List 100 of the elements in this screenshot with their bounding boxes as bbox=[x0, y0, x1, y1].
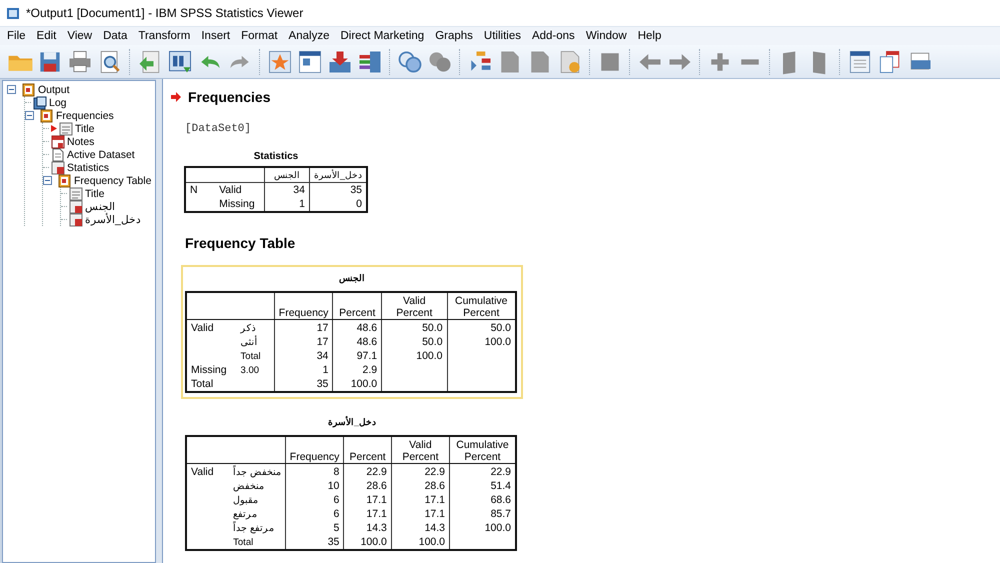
section-heading: Frequency Table bbox=[185, 235, 296, 251]
table-cell: 48.6 bbox=[332, 320, 382, 335]
menu-item[interactable]: Analyze bbox=[284, 29, 336, 43]
tree-item[interactable]: Frequencies bbox=[56, 110, 114, 122]
menu-item[interactable]: Window bbox=[580, 29, 633, 43]
row-label: منخفض bbox=[229, 479, 286, 493]
tree-item[interactable]: الجنس bbox=[85, 200, 115, 213]
menu-item[interactable]: Help bbox=[632, 29, 668, 43]
table-cell: 100.0 bbox=[447, 335, 516, 349]
table-cell: 28.6 bbox=[391, 479, 450, 493]
menu-item[interactable]: View bbox=[62, 29, 98, 43]
tree-item[interactable]: Statistics bbox=[67, 162, 110, 174]
column-header: Frequency bbox=[274, 292, 333, 320]
collapse-toggle[interactable] bbox=[43, 176, 52, 185]
tree-item[interactable]: Log bbox=[49, 96, 67, 108]
table-title: Statistics bbox=[252, 150, 300, 164]
table-cell: 14.3 bbox=[391, 521, 450, 535]
column-header: الجنس bbox=[264, 167, 310, 182]
menu-item[interactable]: Edit bbox=[32, 29, 62, 43]
tree-item[interactable]: Title bbox=[75, 122, 94, 134]
tree-item[interactable]: دخل_الأسرة bbox=[85, 213, 141, 226]
table-cell: 34 bbox=[264, 182, 310, 197]
menu-item[interactable]: Insert bbox=[196, 29, 236, 43]
row-label: Total bbox=[236, 349, 274, 363]
row-label: N bbox=[185, 182, 216, 197]
menu-item[interactable]: Format bbox=[236, 29, 284, 43]
column-header: Percent bbox=[332, 292, 382, 320]
table-icon bbox=[69, 200, 83, 214]
menu-item[interactable]: Add-ons bbox=[526, 29, 581, 43]
column-header: Frequency bbox=[285, 436, 344, 464]
table-cell: 100.0 bbox=[391, 535, 450, 550]
table-title: دخل_الأسرة bbox=[326, 415, 377, 430]
document-icon bbox=[69, 186, 83, 200]
table-cell: 34 bbox=[274, 349, 333, 363]
dataset-label: [DataSet0] bbox=[185, 123, 252, 135]
table-cell: 17.1 bbox=[391, 507, 450, 521]
row-label: Valid bbox=[186, 464, 230, 479]
menu-item[interactable]: Graphs bbox=[430, 29, 479, 43]
table-cell: 97.1 bbox=[332, 349, 382, 363]
table-cell: 6 bbox=[285, 507, 344, 521]
tree-item[interactable]: Output bbox=[38, 84, 70, 96]
column-header: Cumulative Percent bbox=[450, 436, 516, 464]
column-header: Valid Percent bbox=[391, 436, 450, 464]
table-cell: 14.3 bbox=[344, 521, 392, 535]
menu-item[interactable]: Utilities bbox=[478, 29, 527, 43]
table-cell: 1 bbox=[274, 363, 333, 377]
tree-item[interactable]: Frequency Table bbox=[74, 174, 152, 186]
menu-item[interactable]: Transform bbox=[133, 29, 196, 43]
notes-icon bbox=[51, 134, 65, 148]
table-cell: 17.1 bbox=[344, 493, 392, 507]
table-cell: 22.9 bbox=[450, 464, 516, 479]
table-cell: 5 bbox=[285, 521, 344, 535]
table-cell: 100.0 bbox=[382, 349, 448, 363]
tree-item[interactable]: Title bbox=[85, 188, 104, 200]
menu-item[interactable]: Data bbox=[98, 29, 134, 43]
collapse-toggle[interactable] bbox=[25, 111, 34, 120]
table-cell: 22.9 bbox=[344, 464, 392, 479]
table-cell: 35 bbox=[285, 535, 344, 550]
row-label: Total bbox=[229, 535, 286, 550]
row-label: Missing bbox=[215, 197, 265, 212]
table-cell: 0 bbox=[309, 197, 367, 212]
table-cell: 17 bbox=[274, 335, 333, 349]
table-icon bbox=[69, 212, 83, 226]
table-cell: 100.0 bbox=[450, 521, 516, 535]
row-label: Total bbox=[186, 377, 274, 392]
table-cell: 85.7 bbox=[450, 507, 516, 521]
collapse-toggle[interactable] bbox=[7, 85, 16, 94]
table-cell: 100.0 bbox=[344, 535, 392, 550]
table-cell: 1 bbox=[264, 197, 310, 212]
menu-item[interactable]: File bbox=[2, 29, 32, 43]
table-cell: 22.9 bbox=[391, 464, 450, 479]
table-cell: 68.6 bbox=[450, 493, 516, 507]
table-cell: 35 bbox=[309, 182, 367, 197]
log-icon bbox=[33, 96, 47, 110]
table-icon bbox=[51, 160, 65, 174]
window-title: *Output1 [Document1] - IBM SPSS Statistics Viewer bbox=[26, 6, 304, 20]
document-icon bbox=[59, 122, 73, 136]
splitter-handle[interactable] bbox=[156, 79, 162, 563]
document-icon bbox=[51, 148, 65, 162]
table-cell: 17.1 bbox=[391, 493, 450, 507]
table-cell: 10 bbox=[285, 479, 344, 493]
table-title: الجنس bbox=[338, 272, 366, 286]
table-cell: 50.0 bbox=[382, 335, 448, 349]
table-cell: 6 bbox=[285, 493, 344, 507]
table-cell: 17.1 bbox=[344, 507, 392, 521]
row-label: مرتفع جداً bbox=[229, 521, 286, 535]
row-label: أنثى bbox=[236, 335, 274, 349]
tree-item[interactable]: Notes bbox=[67, 136, 94, 148]
row-label: مقبول bbox=[229, 493, 286, 507]
table-cell: 48.6 bbox=[332, 335, 382, 349]
table-cell: 51.4 bbox=[450, 479, 516, 493]
column-header: Percent bbox=[344, 436, 392, 464]
table-cell: 35 bbox=[274, 377, 333, 392]
tree-item[interactable]: Active Dataset bbox=[67, 148, 135, 160]
column-header: Valid Percent bbox=[382, 292, 448, 320]
row-label: Missing bbox=[186, 363, 237, 377]
menu-item[interactable]: Direct Marketing bbox=[335, 29, 430, 43]
column-header: دخل_الأسرة bbox=[309, 167, 367, 182]
row-label: 3.00 bbox=[236, 363, 274, 377]
app-icon bbox=[6, 6, 20, 20]
